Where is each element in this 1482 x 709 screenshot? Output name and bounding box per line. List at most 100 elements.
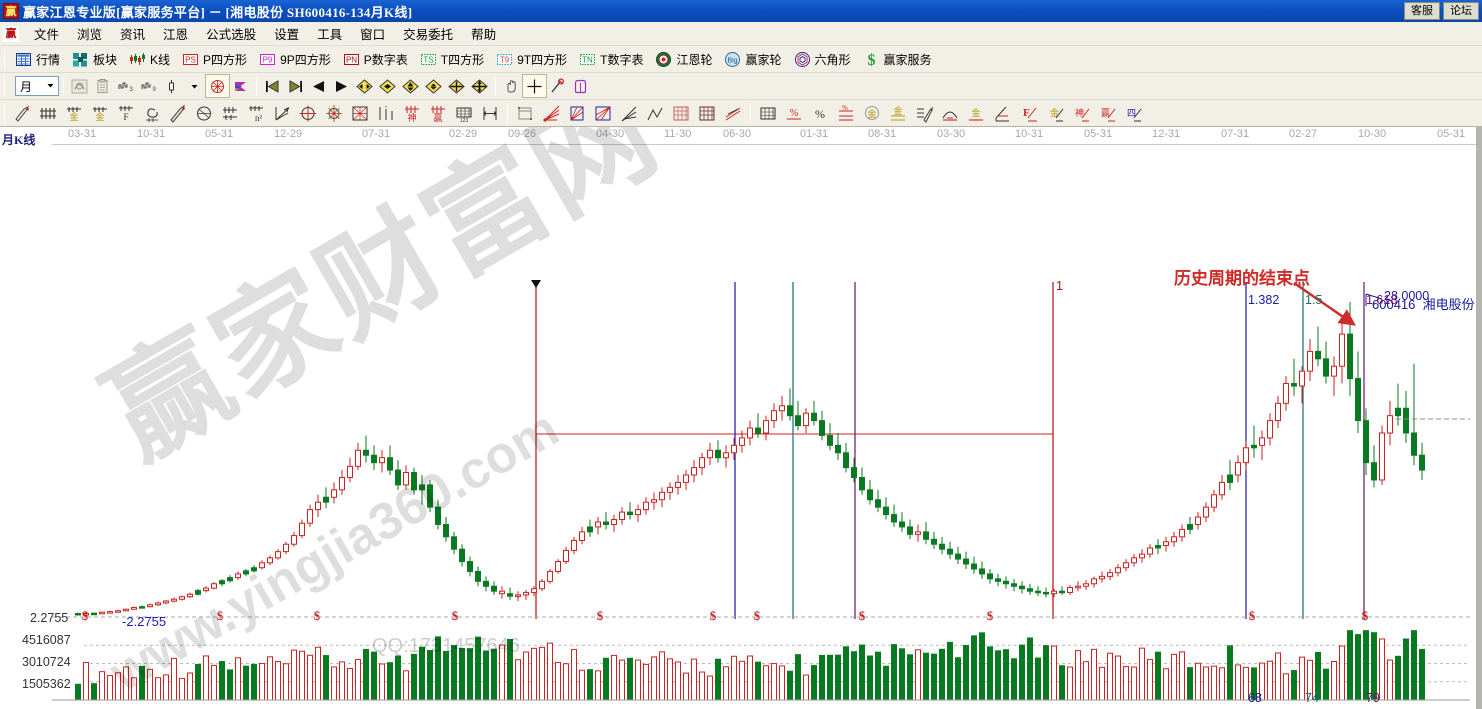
time-grid-button[interactable] bbox=[217, 102, 243, 124]
shen-grid-button[interactable]: 神 bbox=[399, 102, 425, 124]
next-button[interactable] bbox=[330, 75, 353, 97]
toolbar-gann-wheel[interactable]: 江恩轮 bbox=[649, 48, 718, 71]
menu-file[interactable]: 文件 bbox=[25, 22, 68, 45]
toolbar-t-square[interactable]: TS T四方形 bbox=[414, 48, 490, 71]
crosshair-tool-button[interactable] bbox=[523, 75, 546, 97]
kline-sub9-button[interactable]: 9 bbox=[137, 75, 160, 97]
bar-compare-button[interactable] bbox=[755, 102, 781, 124]
menu-gann[interactable]: 江恩 bbox=[154, 22, 197, 45]
shen-angle-button[interactable]: 神 bbox=[1067, 102, 1093, 124]
zoom-horizontal-in-button[interactable] bbox=[376, 75, 399, 97]
angle-lines-button[interactable] bbox=[269, 102, 295, 124]
hand-tool-button[interactable] bbox=[500, 75, 523, 97]
forum-button[interactable]: 论坛 bbox=[1443, 2, 1479, 20]
pct-line-button[interactable]: % bbox=[833, 102, 859, 124]
toolbar-9t-square[interactable]: T9 9T四方形 bbox=[490, 48, 573, 71]
menu-help[interactable]: 帮助 bbox=[462, 22, 505, 45]
parallel-lines-button[interactable] bbox=[720, 102, 746, 124]
menu-browse[interactable]: 浏览 bbox=[68, 22, 111, 45]
toolbar-9p-square[interactable]: P9 9P四方形 bbox=[253, 48, 337, 71]
pct-red-button[interactable]: % bbox=[781, 102, 807, 124]
menu-trade-entrust[interactable]: 交易委托 bbox=[394, 22, 462, 45]
first-page-button[interactable] bbox=[261, 75, 284, 97]
kline-sub3-button[interactable]: 3 bbox=[114, 75, 137, 97]
last-page-button[interactable] bbox=[284, 75, 307, 97]
fan-red-button[interactable] bbox=[538, 102, 564, 124]
gann-overlay-button[interactable] bbox=[206, 75, 229, 97]
gold-line-button[interactable]: 金 bbox=[885, 102, 911, 124]
rect-tool-button[interactable] bbox=[512, 102, 538, 124]
toolbar-p-square[interactable]: PS P四方形 bbox=[176, 48, 253, 71]
color-chart-button[interactable] bbox=[229, 75, 252, 97]
toolbar-p-number-table[interactable]: PN P数字表 bbox=[337, 48, 414, 71]
clipboard-button[interactable] bbox=[91, 75, 114, 97]
grid-dark-button[interactable] bbox=[694, 102, 720, 124]
target-circle-icon bbox=[655, 51, 672, 68]
box-diag-button[interactable] bbox=[564, 102, 590, 124]
pen-tool-2-button[interactable] bbox=[165, 102, 191, 124]
vertical-scrollbar[interactable] bbox=[1476, 127, 1482, 709]
gold-red-button[interactable]: 金 bbox=[963, 102, 989, 124]
ying-angle-button[interactable]: 赢 bbox=[1093, 102, 1119, 124]
toolbar-kline[interactable]: K线 bbox=[123, 48, 176, 71]
zoom-diamond-4-button[interactable] bbox=[422, 75, 445, 97]
f-lines-button[interactable]: F bbox=[113, 102, 139, 124]
ying-grid-button[interactable]: 赢 bbox=[425, 102, 451, 124]
volume-bar bbox=[900, 649, 905, 700]
volume-bar bbox=[428, 651, 433, 700]
spiral-tool-button[interactable] bbox=[139, 102, 165, 124]
candle-style-dropdown[interactable] bbox=[183, 75, 206, 97]
candle-style-button[interactable] bbox=[160, 75, 183, 97]
toolbar-hexagon[interactable]: 六角形 bbox=[788, 48, 857, 71]
magnet-tool-button[interactable] bbox=[546, 75, 569, 97]
grid-pink-button[interactable] bbox=[668, 102, 694, 124]
arch-red-button[interactable] bbox=[937, 102, 963, 124]
gold-angle-button[interactable]: 金 bbox=[1041, 102, 1067, 124]
n-squared-button[interactable]: n² bbox=[243, 102, 269, 124]
f-angle-button[interactable]: F bbox=[1015, 102, 1041, 124]
chart-area[interactable]: 月K线 03-3110-3105-3112-2907-3102-2909-260… bbox=[0, 127, 1482, 709]
angle-up-button[interactable] bbox=[989, 102, 1015, 124]
gold-ratio-2-button[interactable]: 金 bbox=[87, 102, 113, 124]
menu-tools[interactable]: 工具 bbox=[308, 22, 351, 45]
toolbar-winner-wheel[interactable]: Big 赢家轮 bbox=[718, 48, 787, 71]
toolbar-sector[interactable]: 板块 bbox=[66, 48, 123, 71]
zigzag-button[interactable] bbox=[642, 102, 668, 124]
zoom-both-button[interactable] bbox=[468, 75, 491, 97]
customer-service-button[interactable]: 客服 bbox=[1404, 2, 1440, 20]
grid-lines-button[interactable] bbox=[35, 102, 61, 124]
pen-tool-button[interactable] bbox=[9, 102, 35, 124]
period-select[interactable]: 月 bbox=[15, 76, 59, 96]
toolbar-winner-service[interactable]: $ 赢家服务 bbox=[857, 48, 938, 71]
prev-button[interactable] bbox=[307, 75, 330, 97]
toolbar-t-number-table[interactable]: TN T数字表 bbox=[573, 48, 649, 71]
candlestick bbox=[908, 520, 913, 540]
angle-pair-button[interactable] bbox=[616, 102, 642, 124]
menu-formula-stock-pick[interactable]: 公式选股 bbox=[197, 22, 265, 45]
zoom-horizontal-out-button[interactable] bbox=[353, 75, 376, 97]
zoom-vertical-button[interactable] bbox=[445, 75, 468, 97]
box-fan-button[interactable] bbox=[590, 102, 616, 124]
paint-tool-button[interactable] bbox=[911, 102, 937, 124]
candlestick bbox=[380, 450, 385, 472]
gold-ratio-1-button[interactable]: 金 bbox=[61, 102, 87, 124]
h-measure-button[interactable] bbox=[477, 102, 503, 124]
menu-news[interactable]: 资讯 bbox=[111, 22, 154, 45]
zoom-diamond-3-button[interactable] bbox=[399, 75, 422, 97]
number-grid-button[interactable]: 123 bbox=[451, 102, 477, 124]
menu-window[interactable]: 窗口 bbox=[351, 22, 394, 45]
wave-marks-button[interactable]: " bbox=[373, 102, 399, 124]
box-star-button[interactable] bbox=[347, 102, 373, 124]
candlestick-canvas[interactable]: $$$$$$$$$$$ bbox=[0, 127, 1482, 709]
draw-tool-button[interactable] bbox=[569, 75, 592, 97]
toolbar-quotes[interactable]: 行情 bbox=[9, 48, 66, 71]
gold-circle-button[interactable]: 金 bbox=[859, 102, 885, 124]
percent-button[interactable]: % bbox=[807, 102, 833, 124]
four-angle-button[interactable]: 四 bbox=[1119, 102, 1145, 124]
star-burst-button[interactable] bbox=[321, 102, 347, 124]
menu-settings[interactable]: 设置 bbox=[265, 22, 308, 45]
refresh-chart-button[interactable] bbox=[68, 75, 91, 97]
circle-lines-button[interactable] bbox=[191, 102, 217, 124]
gann-circle-button[interactable] bbox=[295, 102, 321, 124]
gann-ratio-15-label: 1.5 bbox=[1305, 293, 1322, 307]
